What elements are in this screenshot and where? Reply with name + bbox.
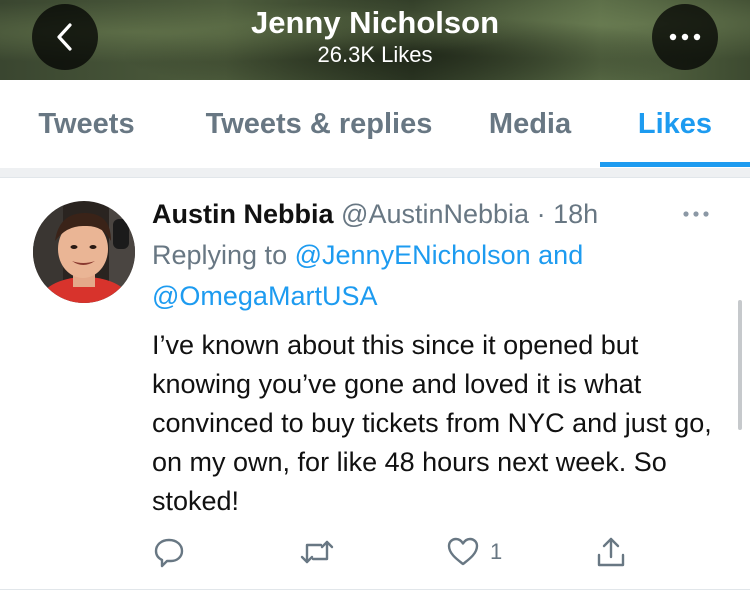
reply-mention-link[interactable]: @OmegaMartUSA bbox=[152, 281, 377, 311]
reply-icon bbox=[154, 538, 184, 568]
avatar[interactable] bbox=[33, 201, 135, 303]
profile-name-title: Jenny Nicholson bbox=[250, 5, 500, 40]
share-button[interactable] bbox=[595, 535, 627, 569]
reply-button[interactable] bbox=[152, 535, 186, 569]
share-icon bbox=[597, 537, 625, 567]
author-name[interactable]: Austin Nebbia bbox=[152, 199, 334, 229]
ellipsis-icon bbox=[669, 33, 701, 41]
tab-likes[interactable]: Likes bbox=[600, 80, 750, 168]
tab-tweets-and-replies[interactable]: Tweets & replies bbox=[185, 80, 453, 168]
meta-separator: · bbox=[536, 199, 546, 229]
reply-conjunction: and bbox=[538, 240, 584, 270]
tab-media[interactable]: Media bbox=[470, 80, 590, 168]
section-divider bbox=[0, 168, 750, 178]
tweet-separator-line bbox=[0, 589, 750, 590]
scrollbar[interactable] bbox=[738, 300, 742, 430]
replying-to-prefix: Replying to bbox=[152, 240, 288, 270]
active-tab-indicator bbox=[600, 162, 750, 167]
profile-tabs: Tweets Tweets & replies Media Likes bbox=[0, 80, 750, 169]
tab-tweets[interactable]: Tweets bbox=[0, 80, 173, 168]
like-button[interactable]: 1 bbox=[446, 535, 502, 569]
tweet-author-line: Austin Nebbia @AustinNebbia · 18h bbox=[152, 196, 598, 232]
likes-count-subtitle: 26.3K Likes bbox=[317, 42, 433, 67]
tweet-text: I’ve known about this since it opened bu… bbox=[152, 330, 712, 516]
avatar-image bbox=[33, 201, 135, 303]
author-handle[interactable]: @AustinNebbia bbox=[341, 199, 529, 229]
tweet-more-button[interactable] bbox=[676, 202, 716, 226]
profile-header: Jenny Nicholson 26.3K Likes bbox=[0, 0, 750, 80]
replying-to: Replying to @JennyENicholson and @OmegaM… bbox=[152, 235, 712, 317]
reply-mention-link[interactable]: @JennyENicholson bbox=[295, 240, 531, 270]
like-count: 1 bbox=[490, 539, 503, 564]
retweet-icon bbox=[300, 540, 334, 564]
more-options-button[interactable] bbox=[652, 4, 718, 70]
tweet-timestamp[interactable]: 18h bbox=[553, 199, 598, 229]
ellipsis-icon bbox=[683, 211, 709, 217]
heart-icon bbox=[447, 537, 479, 566]
retweet-button[interactable] bbox=[299, 535, 335, 569]
